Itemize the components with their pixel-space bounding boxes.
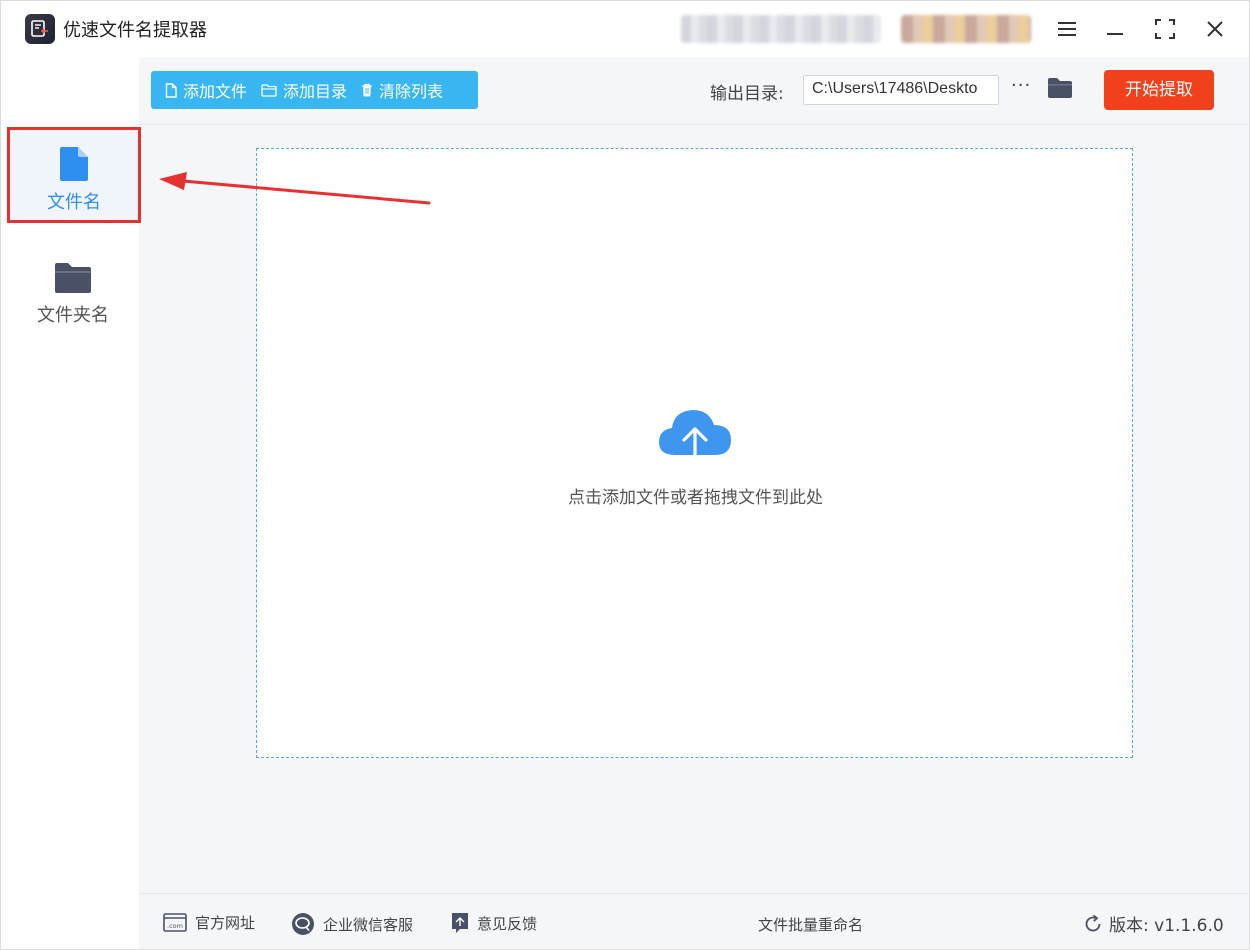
drop-zone[interactable]: 点击添加文件或者拖拽文件到此处: [256, 148, 1133, 758]
start-extract-button[interactable]: 开始提取: [1104, 70, 1214, 110]
sidebar-item-label: 文件夹名: [37, 305, 109, 326]
folder-outline-icon: [261, 83, 277, 97]
add-file-label: 添加文件: [183, 82, 248, 101]
sidebar-item-filename[interactable]: 文件名: [7, 127, 141, 223]
title-bar: 优速文件名提取器: [1, 1, 1249, 57]
app-window: 优速文件名提取器 文件名 文件夹名 添加文件 添加目录 清除列表 输出目录: C…: [0, 0, 1250, 950]
feedback-link[interactable]: 意见反馈: [451, 912, 537, 934]
sidebar-item-foldername[interactable]: 文件夹名: [11, 245, 135, 335]
website-icon: .com: [163, 912, 187, 932]
more-options-button[interactable]: ···: [1011, 75, 1031, 96]
feedback-icon: [452, 913, 468, 933]
app-logo-icon: [25, 14, 55, 44]
wecom-support-label: 企业微信客服: [323, 915, 414, 934]
wecom-support-link[interactable]: 企业微信客服: [291, 912, 413, 936]
folder-icon: [55, 263, 91, 293]
clear-list-label: 清除列表: [379, 82, 444, 101]
file-icon: [60, 147, 88, 181]
maximize-icon[interactable]: [1149, 13, 1181, 45]
sidebar: 文件名 文件夹名: [1, 57, 141, 949]
add-file-button[interactable]: 添加文件: [165, 78, 247, 102]
menu-icon[interactable]: [1051, 13, 1083, 45]
website-link[interactable]: .com 官方网址: [163, 912, 255, 933]
batch-rename-link[interactable]: 文件批量重命名: [758, 914, 863, 935]
file-action-group: 添加文件 添加目录 清除列表: [151, 71, 478, 109]
close-icon[interactable]: [1199, 13, 1231, 45]
add-directory-label: 添加目录: [283, 82, 348, 101]
version-info[interactable]: 版本: v1.1.6.0: [1083, 911, 1224, 936]
clear-list-button[interactable]: 清除列表: [361, 78, 443, 102]
blurred-user-avatar: [901, 15, 1031, 43]
annotation-arrow-icon: [159, 172, 431, 205]
drop-hint-text: 点击添加文件或者拖拽文件到此处: [568, 488, 823, 508]
feedback-label: 意见反馈: [477, 914, 538, 933]
version-label: 版本: v1.1.6.0: [1109, 916, 1224, 936]
blurred-account-info: [681, 15, 881, 43]
website-label: 官方网址: [195, 914, 256, 932]
open-folder-icon[interactable]: [1047, 77, 1073, 103]
sidebar-item-label: 文件名: [47, 192, 101, 213]
minimize-icon[interactable]: [1099, 13, 1131, 45]
toolbar: 添加文件 添加目录 清除列表 输出目录: C:\Users\17486\Desk…: [139, 57, 1249, 125]
wechat-work-icon: [292, 913, 314, 935]
trash-icon: [362, 83, 373, 97]
svg-text:.com: .com: [167, 922, 183, 930]
cloud-upload-icon: [659, 410, 731, 471]
output-path-field[interactable]: C:\Users\17486\Deskto: [803, 75, 999, 105]
output-directory-label: 输出目录:: [710, 84, 784, 104]
app-title: 优速文件名提取器: [63, 20, 207, 41]
file-outline-icon: [165, 82, 177, 98]
status-footer: .com 官方网址 企业微信客服 意见反馈 文件批量重命名 版本: v1.1.6…: [139, 893, 1249, 949]
add-directory-button[interactable]: 添加目录: [261, 78, 347, 102]
refresh-icon: [1085, 914, 1101, 931]
